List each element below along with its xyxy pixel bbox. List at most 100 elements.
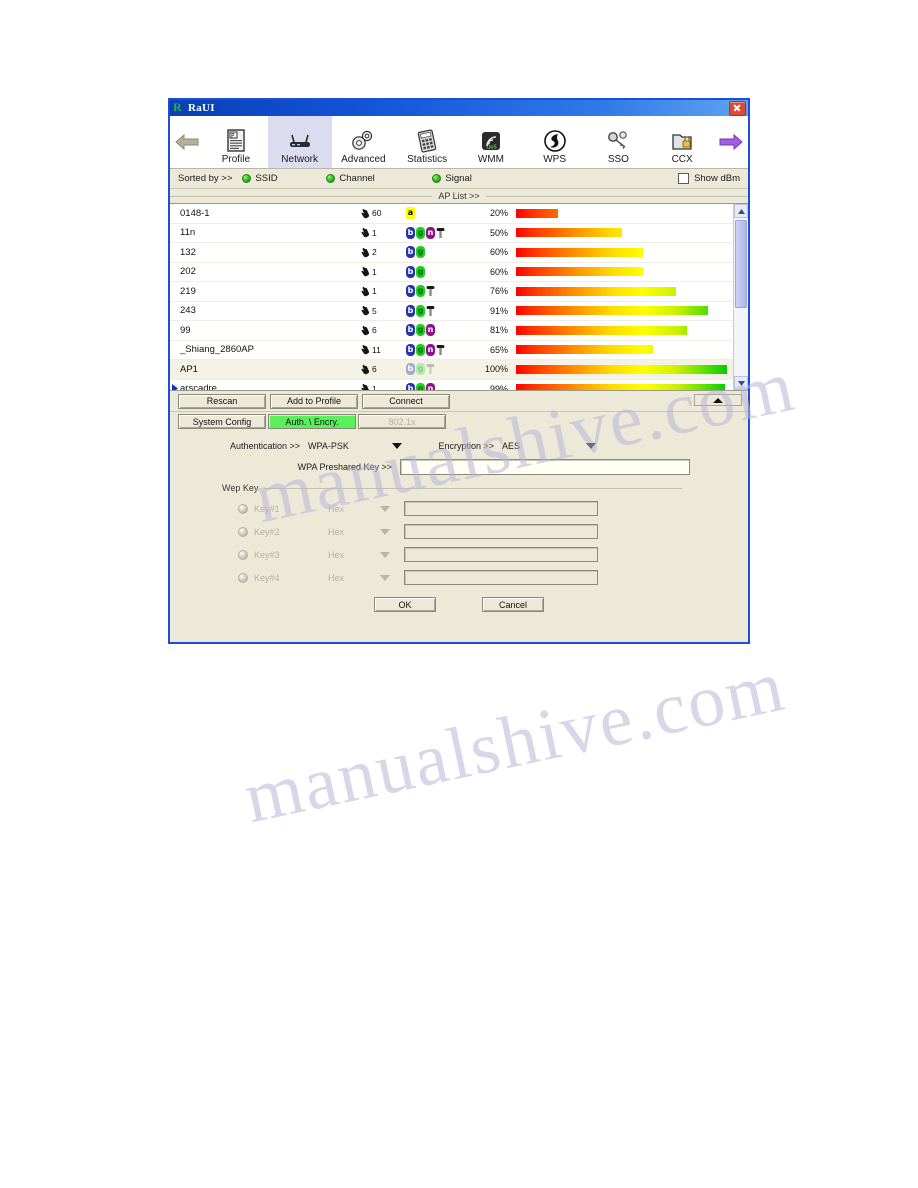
show-dbm-label: Show dBm (694, 173, 740, 184)
tab-wmm[interactable]: QoS WMM (459, 116, 523, 168)
scrollbar-track[interactable] (734, 218, 748, 376)
channel-hand-icon (361, 384, 369, 390)
statistics-icon (415, 126, 439, 153)
tab-statistics-label: Statistics (407, 154, 448, 165)
tab-statistics[interactable]: Statistics (395, 116, 459, 168)
ap-list-row[interactable]: AP1 6 b g 100% (170, 360, 733, 380)
band-badge-b: b (406, 363, 415, 376)
ap-list-row[interactable]: 99 6 b g n 81% (170, 321, 733, 341)
sort-option-channel[interactable]: Channel (326, 173, 426, 184)
chevron-down-icon[interactable] (380, 574, 390, 581)
band-badge-g: g (416, 343, 425, 356)
chevron-down-icon[interactable] (380, 505, 390, 512)
tab-sso[interactable]: SSO (587, 116, 651, 168)
chevron-down-icon[interactable] (586, 443, 596, 449)
band-badge-n: n (426, 226, 435, 239)
rescan-button[interactable]: Rescan (178, 393, 266, 409)
ap-list[interactable]: 0148-1 60 a 20% 11n 1 b g n 50% 132 2 b g 60% 202 1 b g 60%… (170, 204, 733, 390)
tab-advanced[interactable]: Advanced (332, 116, 396, 168)
wep-key-format-select[interactable]: Hex (328, 527, 380, 537)
band-badge-b: b (406, 265, 415, 278)
show-dbm-checkbox[interactable]: Show dBm (678, 173, 740, 184)
wep-key-group-header: Wep Key (222, 483, 682, 493)
ap-signal-bar (516, 208, 559, 218)
collapse-panel-button[interactable] (694, 394, 742, 406)
ap-signal-bar-container (516, 384, 733, 390)
scroll-up-button[interactable] (734, 204, 748, 218)
authentication-select[interactable]: WPA-PSK (308, 441, 386, 451)
authentication-label: Authentication >> (229, 441, 300, 451)
wep-key-format-select[interactable]: Hex (328, 504, 380, 514)
scroll-down-button[interactable] (734, 376, 748, 390)
ap-signal-bar-container (516, 345, 733, 355)
ap-signal-bar-container (516, 364, 733, 374)
chevron-down-icon[interactable] (380, 528, 390, 535)
close-icon[interactable] (729, 100, 746, 116)
wep-key-input[interactable] (404, 524, 598, 539)
ap-list-row[interactable]: 219 1 b g 76% (170, 282, 733, 302)
wep-key-radio[interactable] (238, 572, 248, 583)
channel-hand-icon (361, 247, 370, 257)
tab-system-config[interactable]: System Config (178, 414, 266, 429)
tab-ccx[interactable]: CCX (650, 116, 714, 168)
wep-key-input[interactable] (404, 501, 598, 516)
tab-advanced-label: Advanced (341, 154, 386, 165)
sort-option-signal[interactable]: Signal (432, 173, 672, 184)
ap-channel-number: 6 (372, 364, 377, 375)
lock-icon (426, 364, 435, 375)
chevron-down-icon[interactable] (392, 443, 402, 449)
divider-left (170, 195, 433, 197)
cancel-button[interactable]: Cancel (482, 597, 544, 612)
connect-button[interactable]: Connect (362, 393, 450, 409)
tab-network[interactable]: Network (267, 116, 332, 168)
radio-dot-icon (326, 174, 336, 183)
ap-list-row[interactable]: 0148-1 60 a 20% (170, 204, 733, 224)
encryption-select[interactable]: AES (502, 441, 580, 451)
ap-signal-bar (516, 364, 727, 374)
wpa-preshared-key-input[interactable] (400, 459, 690, 475)
tab-8021x[interactable]: 802.1x (358, 414, 446, 429)
ap-signal-percent: 99% (489, 383, 508, 390)
wep-key-input[interactable] (404, 547, 598, 562)
lock-icon (436, 344, 445, 355)
band-badge-g: g (416, 226, 425, 239)
sort-option-ssid[interactable]: SSID (242, 173, 320, 184)
wps-icon (543, 126, 567, 153)
toolbar-next-button[interactable] (714, 116, 748, 168)
ap-list-scrollbar[interactable] (733, 204, 748, 390)
band-badge-b: b (406, 226, 415, 239)
wpa-key-row: WPA Preshared Key >> (170, 459, 748, 475)
ap-list-row[interactable]: 243 5 b g 91% (170, 302, 733, 321)
tab-wps[interactable]: WPS (523, 116, 587, 168)
toolbar-prev-button[interactable] (170, 116, 204, 168)
wep-key-radio[interactable] (238, 526, 248, 537)
ap-ssid: 243 (180, 305, 196, 317)
ap-signal-bar-container (516, 325, 733, 335)
wep-key-row: Key#2 Hex (222, 524, 682, 539)
lock-icon (426, 286, 435, 297)
ap-list-row[interactable]: arscadre 1 b g n 99% (170, 380, 733, 390)
scrollbar-thumb[interactable] (735, 220, 747, 308)
ap-channel: 60 (360, 208, 406, 219)
ap-band-badges: a (406, 207, 468, 220)
chevron-down-icon[interactable] (380, 551, 390, 558)
wep-key-radio[interactable] (238, 549, 248, 560)
tab-network-label: Network (281, 154, 318, 165)
tab-profile[interactable]: P Profile (204, 116, 268, 168)
ap-list-row[interactable]: 11n 1 b g n 50% (170, 224, 733, 243)
ap-list-row[interactable]: _Shiang_2860AP 11 b g n 65% (170, 341, 733, 360)
wep-key-input[interactable] (404, 570, 598, 585)
wep-key-format-select[interactable]: Hex (328, 550, 380, 560)
ap-signal-bar-container (516, 306, 733, 316)
tab-auth-encry[interactable]: Auth. \ Encry. (268, 414, 356, 429)
wep-key-radio[interactable] (238, 503, 248, 514)
ap-list-row[interactable]: 202 1 b g 60% (170, 263, 733, 282)
add-to-profile-button[interactable]: Add to Profile (270, 393, 358, 409)
wep-key-format-select[interactable]: Hex (328, 573, 380, 583)
key-icon (605, 126, 631, 153)
ap-signal-percent: 100% (484, 364, 508, 375)
wep-key-label: Key#2 (254, 526, 280, 537)
ok-button[interactable]: OK (374, 597, 436, 612)
ap-list-row[interactable]: 132 2 b g 60% (170, 243, 733, 263)
ap-channel: 6 (360, 325, 406, 336)
